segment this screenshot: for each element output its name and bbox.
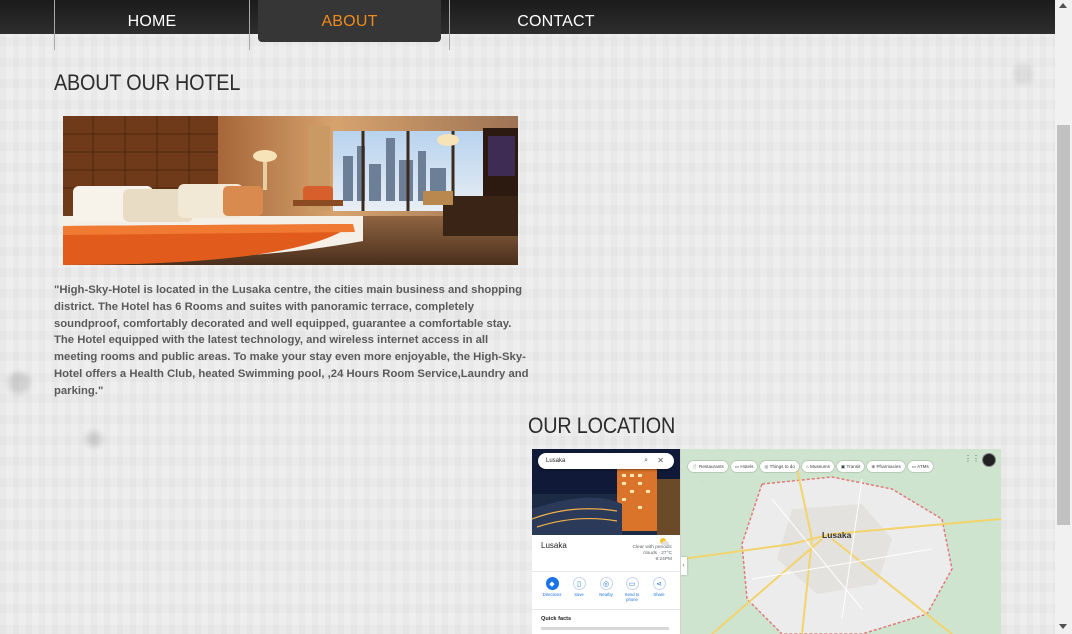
chip-pharmacies[interactable]: ⊕ Pharmacies [867, 461, 905, 472]
weather-icon [660, 538, 669, 545]
phone-icon: ▭ [625, 577, 639, 590]
share-button[interactable]: ⋖ Share [647, 577, 671, 597]
chip-things-to-do[interactable]: ◎ Things to do [760, 461, 799, 472]
chip-label: Restaurants [699, 464, 724, 469]
scrollbar-thumb[interactable] [1057, 125, 1070, 525]
map-search-value: Lusaka [546, 458, 566, 464]
chip-atms[interactable]: ▭ ATMs [907, 461, 933, 472]
panel-divider [532, 571, 680, 572]
send-to-phone-button[interactable]: ▭ Send to phone [620, 577, 644, 602]
share-label: Share [653, 592, 665, 597]
nearby-label: Nearby [599, 592, 613, 597]
chip-label: Things to do [769, 464, 795, 469]
directions-button[interactable]: ◆ Directions [540, 577, 564, 597]
background-blur [1013, 64, 1033, 84]
send-to-phone-label: Send to phone [624, 592, 640, 602]
nearby-button[interactable]: ◎ Nearby [594, 577, 618, 597]
restaurant-icon: 🍴 [692, 464, 699, 469]
nav-divider [249, 0, 250, 50]
chip-label: Museums [810, 464, 830, 469]
close-icon[interactable]: ✕ [657, 453, 664, 469]
search-icon[interactable]: ⌕ [644, 453, 648, 469]
map-category-chips: 🍴 Restaurants ▭ Hotels ◎ Things to do ⌂ Mus… [688, 455, 936, 472]
chip-restaurants[interactable]: 🍴 Restaurants [688, 461, 728, 472]
account-avatar[interactable] [982, 453, 996, 467]
weather-info: Clear with periodic clouds · 27°C 9:24PM [632, 545, 672, 562]
background-blur [86, 431, 102, 447]
chip-label: Pharmacies [876, 464, 901, 469]
nav-home[interactable]: HOME [55, 0, 249, 44]
map-place-label: · [702, 479, 704, 484]
scroll-down-arrow-icon[interactable] [1059, 624, 1067, 629]
embedded-map[interactable]: 🍴 Restaurants ▭ Hotels ◎ Things to do ⌂ Mus… [532, 449, 1001, 634]
location-heading: OUR LOCATION [528, 413, 676, 438]
about-description: "High-Sky-Hotel is located in the Lusaka… [54, 284, 529, 397]
background-blur [8, 372, 30, 394]
chip-label: Transit [846, 464, 861, 469]
map-place-panel: Lusaka ⌕ ✕ Lusaka Clear with periodic cl… [532, 449, 681, 634]
nav-about[interactable]: ABOUT [258, 0, 441, 42]
chip-label: ATMs [917, 464, 929, 469]
hotel-room-image [63, 116, 518, 265]
directions-icon: ◆ [545, 577, 559, 590]
quick-facts-text [541, 627, 669, 630]
chip-transit[interactable]: ▣ Transit [836, 461, 865, 472]
hotel-room-illustration [63, 116, 518, 265]
map-search-input[interactable]: Lusaka ⌕ ✕ [538, 453, 674, 469]
nav-contact[interactable]: CONTACT [450, 0, 662, 44]
quick-facts-heading: Quick facts [541, 616, 572, 622]
directions-label: Directions [542, 592, 562, 597]
place-name: Lusaka [541, 541, 567, 550]
map-city-label: Lusaka [822, 530, 852, 540]
save-button[interactable]: ▯ Save [567, 577, 591, 597]
save-label: Save [574, 592, 584, 597]
scroll-up-arrow-icon[interactable] [1059, 3, 1067, 8]
panel-divider [532, 609, 680, 610]
nearby-icon: ◎ [599, 577, 613, 590]
chip-museums[interactable]: ⌂ Museums [801, 461, 834, 472]
chip-label: Hotels [740, 464, 754, 469]
chip-hotels[interactable]: ▭ Hotels [730, 461, 758, 472]
about-heading: ABOUT OUR HOTEL [54, 70, 241, 95]
bookmark-icon: ▯ [572, 577, 586, 590]
place-photo[interactable]: Lusaka ⌕ ✕ [532, 449, 680, 535]
collapse-panel-button[interactable]: ‹ [680, 557, 687, 575]
share-icon: ⋖ [652, 577, 666, 590]
